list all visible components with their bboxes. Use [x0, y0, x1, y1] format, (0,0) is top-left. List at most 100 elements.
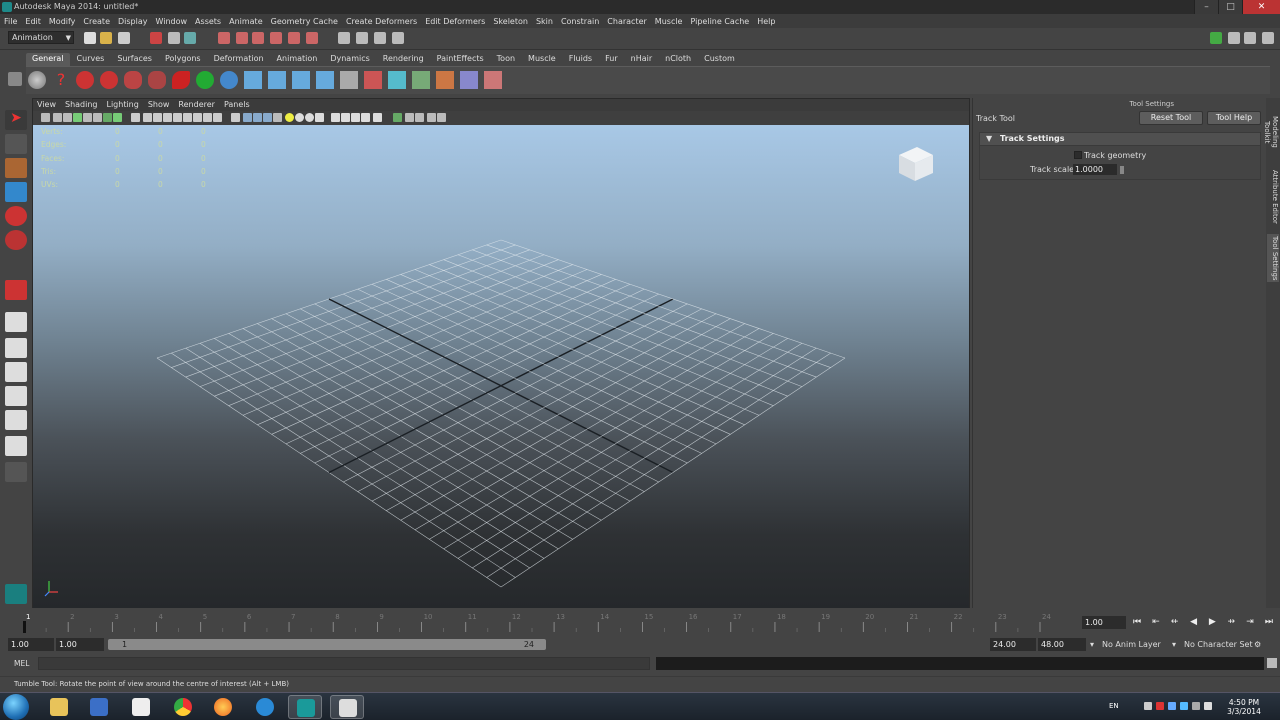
- poly-sphere-icon[interactable]: [28, 71, 46, 89]
- menu-skin[interactable]: Skin: [536, 17, 553, 26]
- viewport-menu-view[interactable]: View: [37, 99, 56, 111]
- shelf-tool-icon-4[interactable]: [148, 71, 166, 89]
- shelf-tab-toon[interactable]: Toon: [491, 53, 521, 66]
- shelf-tab-polygons[interactable]: Polygons: [159, 53, 207, 66]
- show-tool-settings-icon[interactable]: [1244, 32, 1256, 44]
- shelf-tool-icon-9[interactable]: [268, 71, 286, 89]
- menu-display[interactable]: Display: [118, 17, 148, 26]
- new-scene-icon[interactable]: [84, 32, 96, 44]
- viewport-toolbar-icon-34[interactable]: [415, 113, 424, 122]
- current-frame-field[interactable]: 1.00: [1082, 616, 1126, 629]
- anim-layer-selector[interactable]: No Anim Layer: [1102, 639, 1161, 650]
- make-live-icon[interactable]: [288, 32, 300, 44]
- menu-muscle[interactable]: Muscle: [655, 17, 683, 26]
- viewport-toolbar-icon-4[interactable]: [73, 113, 82, 122]
- tool-help-button[interactable]: Tool Help: [1207, 111, 1261, 125]
- tray-icon-1[interactable]: [1144, 702, 1152, 710]
- menu-skeleton[interactable]: Skeleton: [493, 17, 528, 26]
- playback-start-field[interactable]: 1.00: [56, 638, 104, 651]
- language-indicator[interactable]: EN: [1109, 702, 1119, 710]
- taskbar-ie[interactable]: [248, 695, 282, 719]
- viewport-toolbar-icon-11[interactable]: [153, 113, 162, 122]
- render-frame-icon[interactable]: [356, 32, 368, 44]
- render-view-icon[interactable]: [338, 32, 350, 44]
- tab-tool-settings[interactable]: Tool Settings: [1267, 234, 1279, 282]
- viewport-toolbar-icon-3[interactable]: [63, 113, 72, 122]
- shelf-tool-icon-11[interactable]: [316, 71, 334, 89]
- shelf-tool-icon-3[interactable]: [124, 71, 142, 89]
- viewport-toolbar-icon-32[interactable]: [393, 113, 402, 122]
- shelf-tab-deformation[interactable]: Deformation: [208, 53, 270, 66]
- persp-outliner-layout-icon[interactable]: [5, 362, 27, 382]
- shelf-tool-icon-14[interactable]: [388, 71, 406, 89]
- render-settings-icon[interactable]: [392, 32, 404, 44]
- viewport-toolbar-icon-15[interactable]: [193, 113, 202, 122]
- menu-assets[interactable]: Assets: [195, 17, 221, 26]
- taskbar-maya[interactable]: [288, 695, 322, 719]
- step-back-key-icon[interactable]: ⇤: [1149, 616, 1163, 629]
- viewport-toolbar-icon-2[interactable]: [53, 113, 62, 122]
- track-scale-slider[interactable]: [1120, 166, 1124, 174]
- menu-modify[interactable]: Modify: [49, 17, 76, 26]
- open-scene-icon[interactable]: [100, 32, 112, 44]
- maya-logo-icon[interactable]: [5, 584, 27, 604]
- shelf-tool-icon-17[interactable]: [460, 71, 478, 89]
- ipr-render-icon[interactable]: [374, 32, 386, 44]
- taskbar-media[interactable]: [124, 695, 158, 719]
- rotate-tool-icon[interactable]: [5, 206, 27, 226]
- menu-create[interactable]: Create: [83, 17, 110, 26]
- select-tool-icon[interactable]: ➤: [5, 110, 27, 130]
- select-object-icon[interactable]: [168, 32, 180, 44]
- viewport-menu-renderer[interactable]: Renderer: [178, 99, 215, 111]
- show-attribute-editor-icon[interactable]: [1228, 32, 1240, 44]
- playback-end-field[interactable]: 24.00: [990, 638, 1036, 651]
- taskbar-explorer[interactable]: [42, 695, 76, 719]
- viewport-toolbar-icon-6[interactable]: [93, 113, 102, 122]
- viewport-toolbar-icon-35[interactable]: [427, 113, 436, 122]
- show-layer-editor-icon[interactable]: [1262, 32, 1274, 44]
- shelf-tool-icon-10[interactable]: [292, 71, 310, 89]
- tray-icon-4[interactable]: [1180, 702, 1188, 710]
- viewport-toolbar-icon-10[interactable]: [143, 113, 152, 122]
- shelf-tool-icon-13[interactable]: [364, 71, 382, 89]
- viewport-menu-shading[interactable]: Shading: [65, 99, 98, 111]
- maximize-button[interactable]: □: [1218, 0, 1242, 14]
- taskbar-app[interactable]: [330, 695, 364, 719]
- view-cube-icon[interactable]: [893, 141, 937, 185]
- script-editor-icon[interactable]: [1267, 658, 1277, 668]
- taskbar-clock[interactable]: 4:50 PM 3/3/2014: [1224, 698, 1264, 716]
- viewport-toolbar-icon-17[interactable]: [213, 113, 222, 122]
- go-to-start-icon[interactable]: ⏮: [1130, 616, 1144, 629]
- viewport-toolbar-icon-24[interactable]: [295, 113, 304, 122]
- menu-character[interactable]: Character: [607, 17, 647, 26]
- snap-grid-icon[interactable]: [218, 32, 230, 44]
- select-component-icon[interactable]: [184, 32, 196, 44]
- start-button-icon[interactable]: [3, 694, 29, 720]
- viewport-toolbar-icon-9[interactable]: [131, 113, 140, 122]
- viewport-toolbar-icon-31[interactable]: [373, 113, 382, 122]
- viewport-menu-panels[interactable]: Panels: [224, 99, 250, 111]
- shelf-tab-muscle[interactable]: Muscle: [522, 53, 562, 66]
- shelf-tab-rendering[interactable]: Rendering: [377, 53, 430, 66]
- shelf-tab-curves[interactable]: Curves: [71, 53, 111, 66]
- shelf-tab-painteffects[interactable]: PaintEffects: [431, 53, 490, 66]
- close-button[interactable]: ✕: [1242, 0, 1280, 14]
- snap-curve-icon[interactable]: [236, 32, 248, 44]
- network-icon[interactable]: [1192, 702, 1200, 710]
- tray-icon-3[interactable]: [1168, 702, 1176, 710]
- viewport-toolbar-icon-7[interactable]: [103, 113, 112, 122]
- last-tool-icon[interactable]: [5, 280, 27, 300]
- select-hierarchy-icon[interactable]: [150, 32, 162, 44]
- menu-constrain[interactable]: Constrain: [561, 17, 599, 26]
- viewport-toolbar-icon-28[interactable]: [341, 113, 350, 122]
- viewport-toolbar-icon-19[interactable]: [243, 113, 252, 122]
- viewport-toolbar-icon-23[interactable]: [285, 113, 294, 122]
- shelf-tab-fur[interactable]: Fur: [599, 53, 624, 66]
- viewport-toolbar-icon-29[interactable]: [351, 113, 360, 122]
- viewport-toolbar-icon-21[interactable]: [263, 113, 272, 122]
- range-bar[interactable]: 1 24: [108, 639, 546, 650]
- viewport-toolbar-icon-22[interactable]: [273, 113, 282, 122]
- shelf-tab-fluids[interactable]: Fluids: [563, 53, 598, 66]
- viewport-toolbar-icon-8[interactable]: [113, 113, 122, 122]
- shelf-tab-general[interactable]: General: [26, 53, 70, 66]
